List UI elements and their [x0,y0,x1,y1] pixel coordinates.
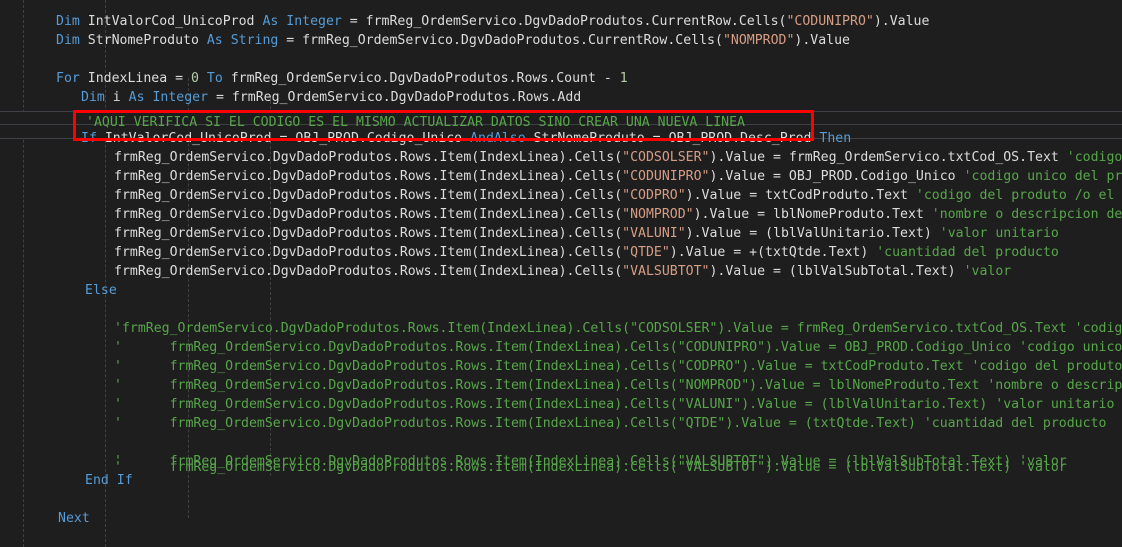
code-line[interactable]: frmReg_OrdemServico.DgvDadoProdutos.Rows… [0,224,1059,243]
code-token-id: frmReg_OrdemServico.DgvDadoProdutos.Rows… [114,226,623,241]
code-token-cmt: 'AQUI VERIFICA SI EL CODIGO ES EL MISMO … [86,115,745,130]
code-line[interactable]: frmReg_OrdemServico.DgvDadoProdutos.Rows… [0,186,1122,205]
code-token-id: frmReg_OrdemServico.DgvDadoProdutos.Rows… [230,71,620,86]
code-token-num: 0 [190,71,199,86]
code-token-str: "VALSUBTOT" [622,264,710,279]
code-token-id: ).Value [794,33,850,48]
code-line[interactable]: ' frmReg_OrdemServico.DgvDadoProdutos.Ro… [0,338,1122,357]
code-token-kw: String [230,33,287,48]
code-token-kw: If [81,131,105,146]
code-token-id: IntValorCod_UnicoProd = OBJ_PROD.Codigo_… [104,131,471,146]
code-line[interactable]: ' frmReg_OrdemServico.DgvDadoProdutos.Ro… [0,395,1114,414]
code-line[interactable]: ' frmReg_OrdemServico.DgvDadoProdutos.Ro… [0,458,1067,477]
code-token-kw: Next [58,511,90,526]
code-token-id: = frmReg_OrdemServico.DgvDadoProdutos.Cu… [349,14,787,29]
code-token-id: frmReg_OrdemServico.DgvDadoProdutos.Rows… [114,169,623,184]
code-token-kw: AndAlso [470,131,534,146]
code-line[interactable]: ' frmReg_OrdemServico.DgvDadoProdutos.Ro… [0,376,1122,395]
code-token-kw: Integer [152,90,217,105]
code-token-id: = frmReg_OrdemServico.DgvDadoProdutos.Ro… [216,90,582,105]
code-token-cmt: ' frmReg_OrdemServico.DgvDadoProdutos.Ro… [114,378,1122,393]
code-token-kw: Then [819,131,852,146]
code-token-kw: Dim [56,14,88,29]
code-line[interactable]: ' frmReg_OrdemServico.DgvDadoProdutos.Ro… [0,357,1122,376]
code-token-id: = frmReg_OrdemServico.DgvDadoProdutos.Cu… [286,33,723,48]
code-token-kw: Dim [81,90,113,105]
code-token-str: "CODUNIPRO" [622,169,710,184]
code-token-str: "VALUNI" [622,226,686,241]
code-editor-canvas[interactable]: Dim IntValorCod_UnicoProd As Integer = f… [0,0,1122,547]
code-token-cmt: 'codigo unico del producto [963,169,1122,184]
code-token-kw: As [206,33,231,48]
code-line[interactable]: Dim StrNomeProduto As String = frmReg_Or… [0,31,850,50]
code-token-id: frmReg_OrdemServico.DgvDadoProdutos.Rows… [114,188,623,203]
code-line[interactable]: Else [0,281,117,300]
code-token-id: ).Value = OBJ_PROD.Codigo_Unico [709,169,964,184]
code-token-cmt: 'frmReg_OrdemServico.DgvDadoProdutos.Row… [114,321,1122,336]
code-token-id: IndexLinea = [87,71,191,86]
code-token-kw: To [206,71,231,86]
code-token-cmt: 'valor unitario [939,226,1059,241]
code-token-str: "NOMPROD" [722,33,795,48]
code-token-id: ).Value [873,14,930,29]
code-line[interactable]: frmReg_OrdemServico.DgvDadoProdutos.Rows… [0,262,1011,281]
code-token-cmt: 'cuantidad del producto [876,245,1059,260]
code-token-id: i [112,90,129,105]
code-token-cmt: ' frmReg_OrdemServico.DgvDadoProdutos.Ro… [114,397,1115,412]
code-token-cmt: 'valor [963,264,1012,279]
code-token-id: StrNomeProduto = OBJ_PROD.Desc_Prod [533,131,820,146]
code-line[interactable]: Dim i As Integer = frmReg_OrdemServico.D… [0,88,581,107]
code-token-cmt: 'codigo del servicio [1066,150,1122,165]
code-token-id: IntValorCod_UnicoProd [87,14,263,29]
code-token-num: 1 [619,71,628,86]
code-token-kw: As [262,14,287,29]
code-token-kw: Else [85,283,117,298]
code-token-id: frmReg_OrdemServico.DgvDadoProdutos.Rows… [114,245,623,260]
code-token-id: frmReg_OrdemServico.DgvDadoProdutos.Rows… [114,207,623,222]
code-token-cmt: 'nombre o descripcion del producto [931,207,1122,222]
code-token-kw: As [128,90,153,105]
code-token-id: ).Value = lblNomeProduto.Text [693,207,932,222]
code-line[interactable]: frmReg_OrdemServico.DgvDadoProdutos.Rows… [0,167,1122,186]
code-token-str: "CODUNIPRO" [786,14,874,29]
code-line[interactable]: Dim IntValorCod_UnicoProd As Integer = f… [0,12,929,31]
code-token-cmt: 'codigo del produto /o el codigo de barr… [915,188,1115,203]
code-token-id [199,71,207,86]
code-token-cmt: ' frmReg_OrdemServico.DgvDadoProdutos.Ro… [114,416,1107,431]
code-token-str: "QTDE" [622,245,670,260]
code-token-str: "CODPRO" [622,188,686,203]
code-line[interactable]: If IntValorCod_UnicoProd = OBJ_PROD.Codi… [0,129,851,148]
code-token-id: ).Value = (lblValSubTotal.Text) [709,264,964,279]
code-token-cmt: ' frmReg_OrdemServico.DgvDadoProdutos.Ro… [114,340,1122,355]
code-line[interactable]: For IndexLinea = 0 To frmReg_OrdemServic… [0,69,628,88]
code-token-id: frmReg_OrdemServico.DgvDadoProdutos.Rows… [114,150,623,165]
code-token-id: ).Value = txtCodProduto.Text [685,188,916,203]
code-token-id: ).Value = +(txtQtde.Text) [669,245,877,260]
code-token-id: frmReg_OrdemServico.DgvDadoProdutos.Rows… [114,264,623,279]
code-token-id: ).Value = frmReg_OrdemServico.txtCod_OS.… [709,150,1067,165]
code-line[interactable]: ' frmReg_OrdemServico.DgvDadoProdutos.Ro… [0,414,1106,433]
code-line[interactable]: Next [0,509,90,528]
code-token-kw: Integer [286,14,350,29]
code-token-kw: For [56,71,88,86]
code-line[interactable]: frmReg_OrdemServico.DgvDadoProdutos.Rows… [0,243,1059,262]
code-token-cmt: ' frmReg_OrdemServico.DgvDadoProdutos.Ro… [114,460,1067,475]
code-token-cmt: ' frmReg_OrdemServico.DgvDadoProdutos.Ro… [114,359,1122,374]
code-line[interactable]: 'frmReg_OrdemServico.DgvDadoProdutos.Row… [0,319,1122,338]
code-line[interactable]: frmReg_OrdemServico.DgvDadoProdutos.Rows… [0,205,1122,224]
code-token-kw: Dim [56,33,88,48]
code-text-layer: Dim IntValorCod_UnicoProd As Integer = f… [0,0,1122,547]
code-token-str: "CODSOLSER" [622,150,710,165]
code-token-id: ).Value = (lblValUnitario.Text) [685,226,940,241]
code-line[interactable]: frmReg_OrdemServico.DgvDadoProdutos.Rows… [0,148,1122,167]
code-token-str: "NOMPROD" [622,207,694,222]
code-token-id: StrNomeProduto [87,33,207,48]
